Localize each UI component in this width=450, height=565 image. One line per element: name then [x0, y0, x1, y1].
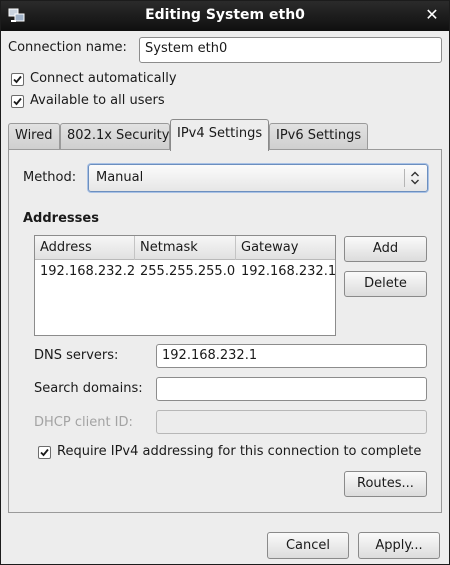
table-header: Address Netmask Gateway — [35, 236, 335, 260]
addresses-heading: Addresses — [23, 211, 99, 226]
add-button[interactable]: Add — [344, 236, 427, 262]
dhcp-client-id-label: DHCP client ID: — [34, 415, 133, 430]
table-row[interactable]: 192.168.232.2 255.255.255.0 192.168.232.… — [35, 261, 335, 283]
available-all-users-label: Available to all users — [30, 93, 165, 108]
column-header-gateway[interactable]: Gateway — [236, 236, 335, 260]
column-header-netmask[interactable]: Netmask — [135, 236, 236, 260]
addresses-table[interactable]: Address Netmask Gateway 192.168.232.2 25… — [34, 235, 336, 336]
window-title: Editing System eth0 — [145, 7, 305, 23]
connect-automatically-label: Connect automatically — [30, 71, 177, 86]
connect-automatically-checkbox[interactable] — [11, 73, 24, 86]
cell-address: 192.168.232.2 — [40, 264, 135, 279]
method-label: Method: — [23, 170, 77, 185]
apply-button[interactable]: Apply... — [358, 532, 440, 559]
tab-802-1x-security[interactable]: 802.1x Security — [60, 123, 170, 149]
routes-button[interactable]: Routes... — [344, 471, 427, 497]
dns-servers-label: DNS servers: — [34, 348, 119, 363]
tab-wired[interactable]: Wired — [8, 123, 60, 149]
method-value: Manual — [96, 170, 144, 185]
search-domains-label: Search domains: — [34, 381, 143, 396]
updown-arrows-icon — [409, 170, 421, 186]
method-select[interactable]: Manual — [88, 164, 428, 192]
cancel-button[interactable]: Cancel — [267, 532, 349, 559]
delete-button[interactable]: Delete — [344, 271, 427, 297]
connection-name-input[interactable]: System eth0 — [139, 37, 442, 63]
available-all-users-checkbox[interactable] — [11, 95, 24, 108]
dns-servers-input[interactable]: 192.168.232.1 — [156, 344, 427, 368]
combo-separator — [404, 169, 405, 187]
column-header-address[interactable]: Address — [35, 236, 135, 260]
cell-gateway: 192.168.232.1 — [241, 264, 335, 279]
title-bar[interactable]: Editing System eth0 ✕ — [1, 1, 449, 31]
tab-ipv6-settings[interactable]: IPv6 Settings — [269, 123, 368, 149]
tab-ipv4-settings[interactable]: IPv4 Settings — [170, 119, 269, 151]
dhcp-client-id-input[interactable] — [156, 410, 427, 434]
connection-name-label: Connection name: — [8, 40, 127, 55]
dialog-window: Editing System eth0 ✕ Connection name: S… — [0, 0, 450, 565]
cell-netmask: 255.255.255.0 — [140, 264, 236, 279]
search-domains-input[interactable] — [156, 377, 427, 401]
require-ipv4-label: Require IPv4 addressing for this connect… — [57, 444, 422, 459]
close-icon[interactable]: ✕ — [423, 6, 441, 24]
require-ipv4-checkbox[interactable] — [38, 446, 51, 459]
